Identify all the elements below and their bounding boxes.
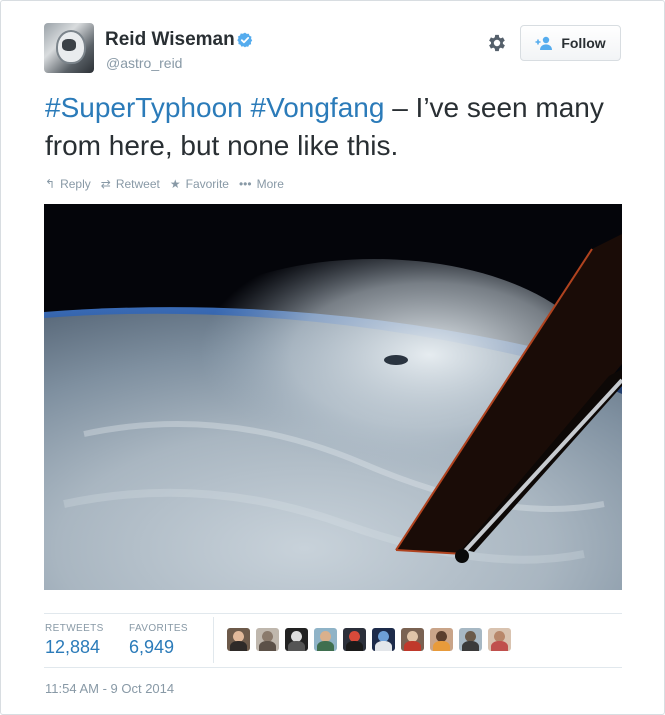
- hashtag-supertyphoon[interactable]: #SuperTyphoon: [45, 92, 243, 123]
- retweet-action[interactable]: ⇄ Retweet: [101, 177, 160, 191]
- favoriter-avatar[interactable]: [430, 628, 453, 651]
- favoriter-avatar[interactable]: [314, 628, 337, 651]
- retweet-label: Retweet: [115, 177, 160, 191]
- follow-label: Follow: [561, 35, 606, 51]
- retweets-label: RETWEETS: [45, 623, 104, 634]
- favoriter-avatar[interactable]: [372, 628, 395, 651]
- favorites-label: FAVORITES: [129, 623, 188, 634]
- hashtag-vongfang[interactable]: #Vongfang: [251, 92, 385, 123]
- tweet-actions: ↰ Reply ⇄ Retweet ★ Favorite ••• More: [45, 177, 294, 191]
- favoriter-avatar[interactable]: [488, 628, 511, 651]
- tweet-card: Reid Wiseman @astro_reid Follow #SuperTy…: [0, 0, 665, 715]
- favoriter-avatar[interactable]: [227, 628, 250, 651]
- more-dots-icon: •••: [238, 177, 252, 191]
- reply-action[interactable]: ↰ Reply: [45, 177, 91, 191]
- favoriters-list: [227, 628, 517, 651]
- more-action[interactable]: ••• More: [239, 177, 284, 191]
- favoriter-avatar[interactable]: [343, 628, 366, 651]
- verified-badge-icon: [237, 32, 253, 48]
- tweet-text: #SuperTyphoon #Vongfang – I’ve seen many…: [45, 89, 625, 165]
- stats-separator: [213, 617, 214, 663]
- favoriter-avatar[interactable]: [285, 628, 308, 651]
- gear-icon[interactable]: [486, 32, 508, 54]
- tweet-timestamp[interactable]: 11:54 AM - 9 Oct 2014: [45, 681, 174, 696]
- follow-button[interactable]: Follow: [520, 25, 621, 61]
- favorites-count[interactable]: 6,949: [129, 637, 174, 658]
- more-label: More: [256, 177, 284, 191]
- star-icon: ★: [169, 177, 181, 191]
- astronaut-visor: [62, 39, 76, 51]
- favoriter-avatar[interactable]: [256, 628, 279, 651]
- stats-divider: [44, 613, 622, 614]
- add-user-icon: [535, 36, 553, 50]
- user-display-name[interactable]: Reid Wiseman: [105, 29, 235, 51]
- favoriter-avatar[interactable]: [401, 628, 424, 651]
- retweets-count[interactable]: 12,884: [45, 637, 100, 658]
- reply-label: Reply: [60, 177, 91, 191]
- favorite-label: Favorite: [185, 177, 229, 191]
- favorite-action[interactable]: ★ Favorite: [170, 177, 229, 191]
- typhoon-from-space-image: [44, 204, 622, 590]
- user-handle[interactable]: @astro_reid: [106, 55, 182, 71]
- retweet-icon: ⇄: [100, 177, 111, 191]
- user-avatar[interactable]: [44, 23, 94, 73]
- favoriter-avatar[interactable]: [459, 628, 482, 651]
- timestamp-divider: [44, 667, 622, 668]
- reply-icon: ↰: [45, 177, 56, 191]
- tweet-photo[interactable]: [44, 204, 622, 590]
